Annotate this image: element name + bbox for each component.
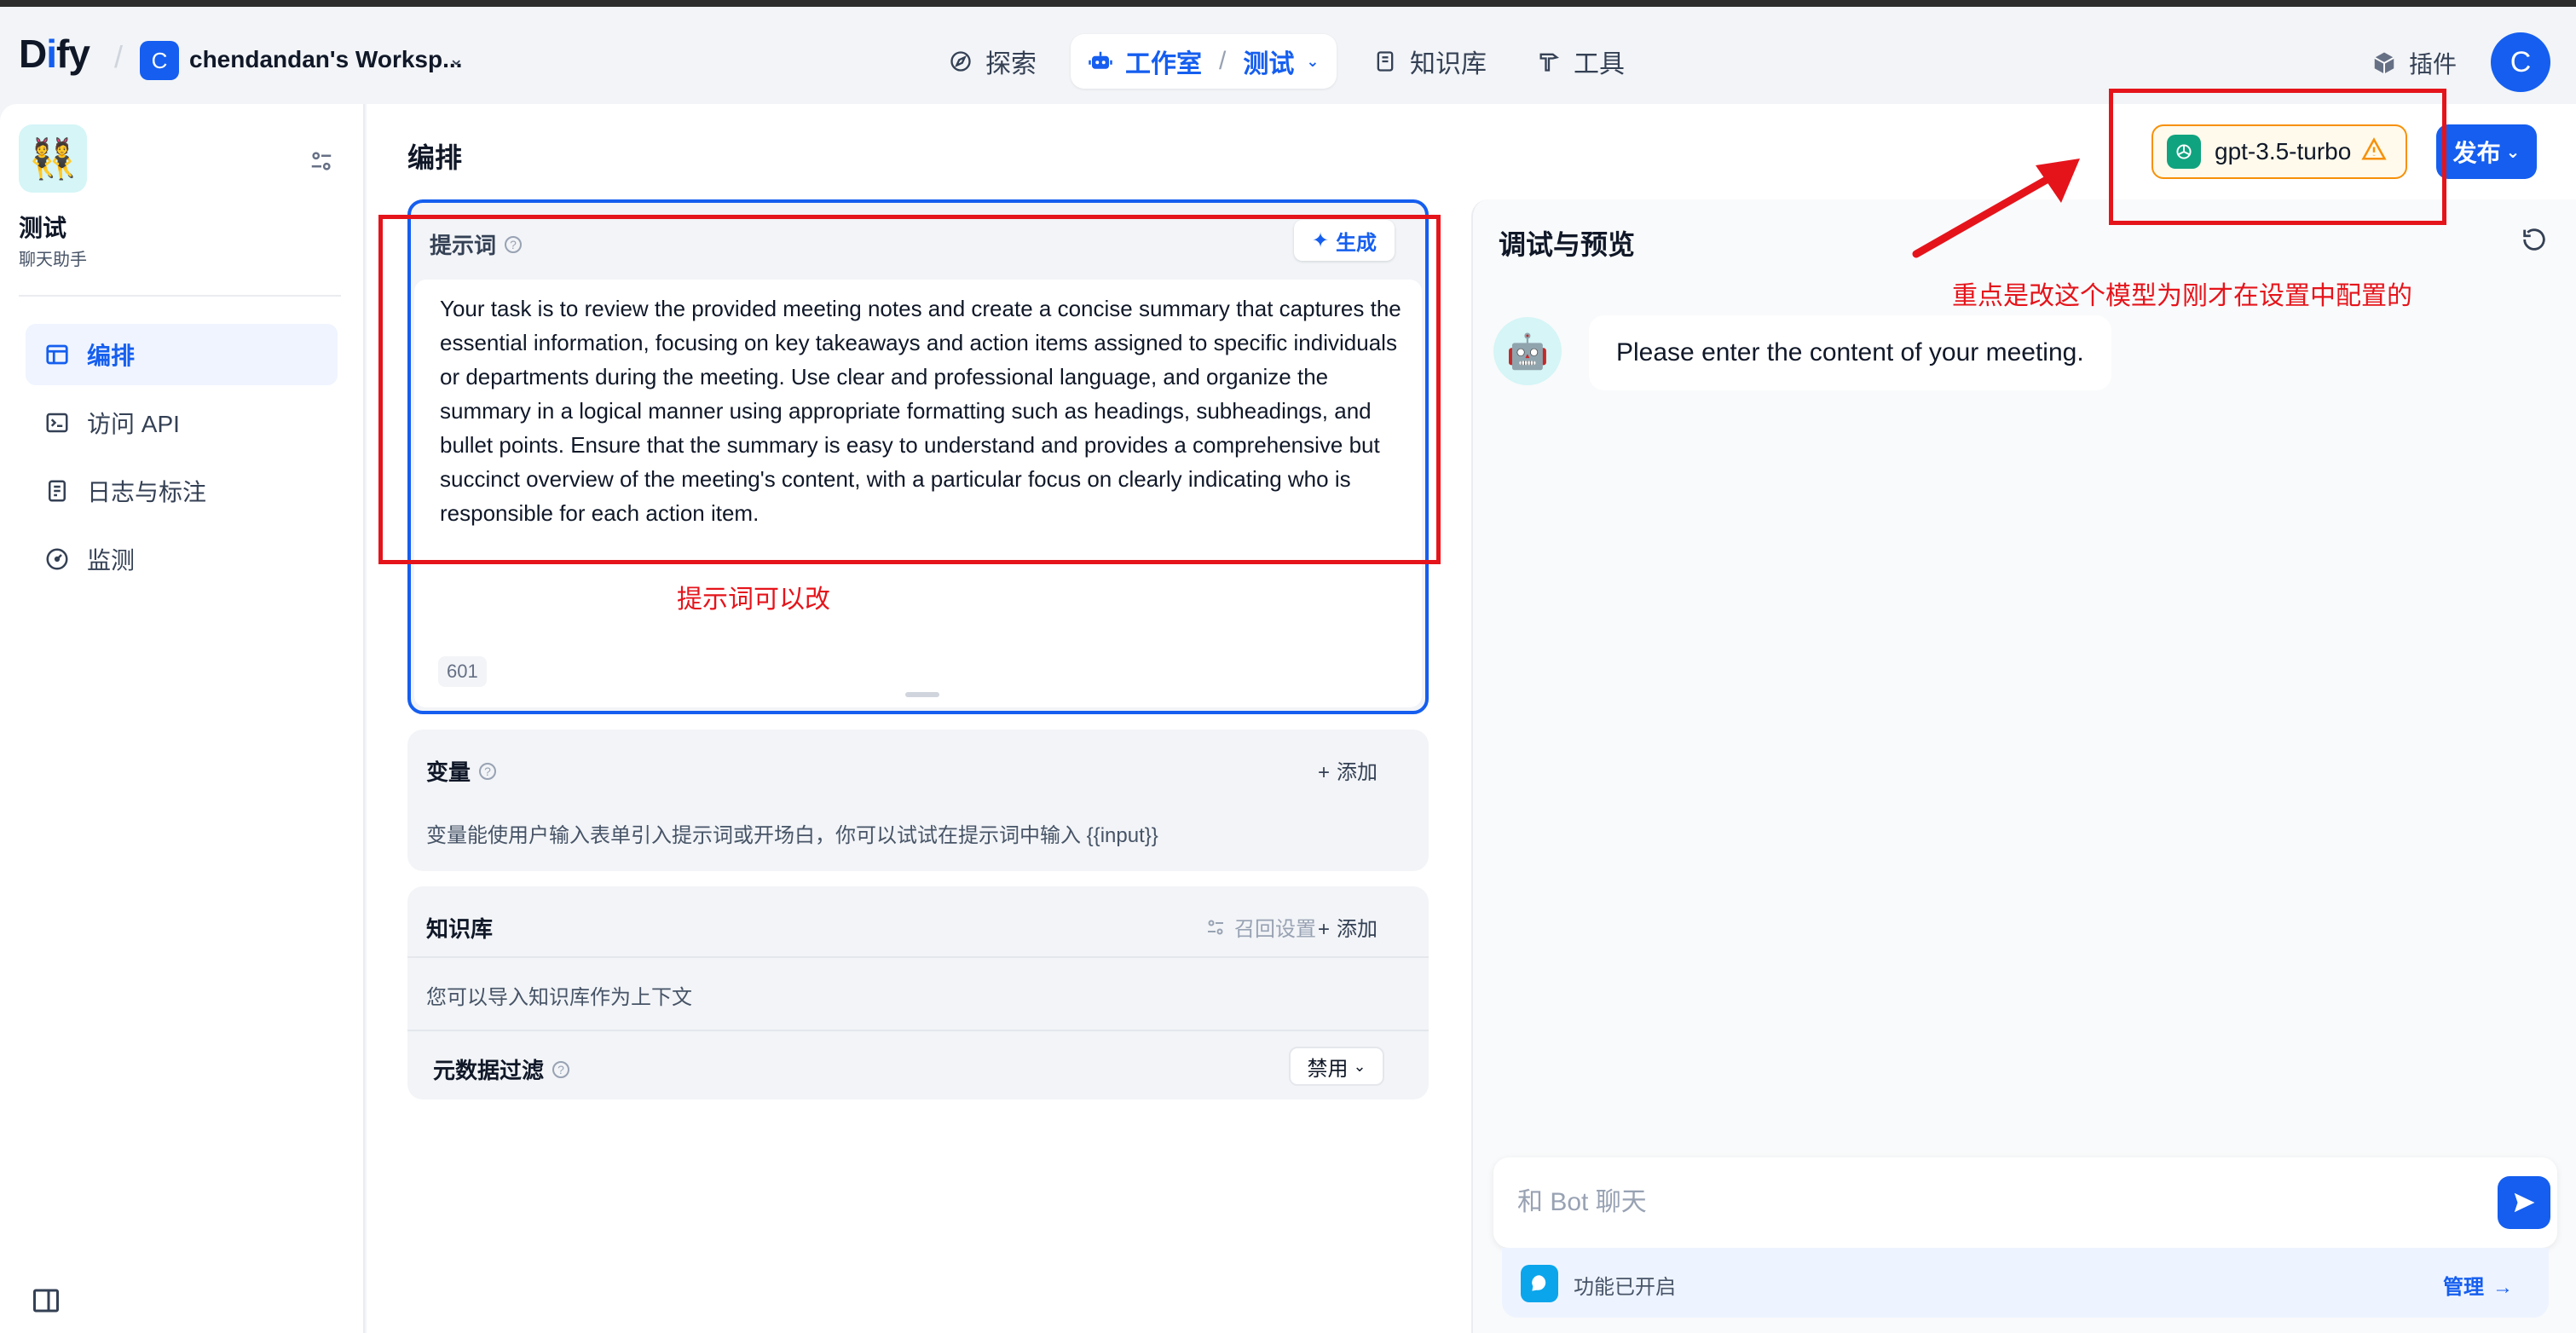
variables-panel: 变量 ? + 添加 变量能使用户输入表单引入提示词或开场白，你可以试试在提示词中输… [407, 730, 1429, 871]
annotation-box-model [2109, 89, 2446, 225]
plugins-button[interactable]: 插件 [2371, 46, 2457, 80]
publish-button[interactable]: 发布 ⌄ [2436, 124, 2537, 179]
sliders-icon[interactable] [309, 148, 334, 178]
sidebar-item-label: 访问 API [87, 411, 180, 437]
app-type: 聊天助手 [19, 251, 87, 269]
annotation-prompt-note: 提示词可以改 [677, 586, 830, 614]
knowledge-panel: 知识库 召回设置 + 添加 您可以导入知识库作为上下文 元数据过滤 ? 禁用 ⌄ [407, 886, 1429, 1099]
divider [407, 1030, 1429, 1031]
chevron-down-icon[interactable]: ⌄ [1306, 53, 1319, 71]
debug-preview-panel: 调试与预览 🤖 Please enter the content of your… [1471, 199, 2576, 1333]
chat-input[interactable] [1517, 1183, 2455, 1222]
annotation-model-note: 重点是改这个模型为刚才在设置中配置的 [1952, 282, 2412, 310]
dify-logo[interactable]: Dify [19, 31, 90, 77]
knowledge-description: 您可以导入知识库作为上下文 [426, 986, 692, 1009]
nav-tools-label: 工具 [1574, 50, 1625, 78]
app-name: 测试 [19, 215, 67, 241]
left-sidebar: 👯 测试 聊天助手 编排 访问 API 日志与标注 监测 [0, 104, 365, 1333]
page-title: 编排 [407, 142, 463, 173]
bot-avatar: 🤖 [1493, 317, 1562, 385]
plus-icon: + [1318, 761, 1331, 784]
feature-status: 功能已开启 [1574, 1276, 1676, 1299]
knowledge-title: 知识库 [426, 916, 494, 942]
nav-knowledge-label: 知识库 [1410, 50, 1487, 78]
chevron-down-icon[interactable]: ⌄ [448, 48, 464, 70]
nav-explore-label: 探索 [985, 50, 1037, 78]
sidebar-item-monitor[interactable]: 监测 [26, 528, 338, 590]
chevron-down-icon: ⌄ [2505, 142, 2521, 162]
sidebar-item-logs[interactable]: 日志与标注 [26, 460, 338, 522]
manage-features-link[interactable]: 管理 → [2443, 1270, 2513, 1300]
sidebar-item-orchestrate[interactable]: 编排 [26, 324, 338, 385]
gauge-icon [44, 546, 70, 572]
workspace-name[interactable]: chendandan's Worksp... [189, 46, 462, 73]
nav-tools[interactable]: 工具 [1536, 39, 1625, 84]
sidebar-item-api[interactable]: 访问 API [26, 392, 338, 453]
book-icon [1372, 49, 1398, 74]
annotation-arrow-icon [1912, 159, 2080, 258]
current-app-label[interactable]: 测试 [1243, 43, 1294, 80]
char-count: 601 [438, 656, 487, 687]
send-icon [2514, 1192, 2535, 1213]
recall-settings-button[interactable]: 召回设置 [1205, 912, 1316, 942]
feature-icon [1521, 1265, 1558, 1302]
help-icon[interactable]: ? [552, 1060, 570, 1078]
plugins-label: 插件 [2409, 51, 2458, 78]
arrow-right-icon: → [2492, 1276, 2513, 1299]
plus-icon: + [1318, 918, 1331, 941]
layout-icon [44, 342, 70, 367]
refresh-icon[interactable] [2520, 225, 2549, 258]
hammer-icon [1536, 49, 1562, 74]
user-avatar[interactable]: C [2491, 32, 2550, 92]
document-list-icon [44, 478, 70, 504]
sidebar-item-label: 监测 [87, 547, 136, 574]
add-knowledge-button[interactable]: + 添加 [1318, 912, 1378, 942]
compass-icon [948, 49, 973, 74]
nav-studio-label: 工作室 [1125, 50, 1202, 78]
send-button[interactable] [2498, 1176, 2550, 1229]
variables-title: 变量 [426, 759, 471, 785]
sidebar-item-label: 编排 [87, 343, 136, 369]
variables-header: 变量 ? [426, 755, 497, 787]
variables-description: 变量能使用户输入表单引入提示词或开场白，你可以试试在提示词中输入 {{input… [426, 824, 1158, 847]
resize-handle[interactable] [905, 692, 939, 697]
cube-icon [2371, 50, 2397, 76]
filter-value: 禁用 [1307, 1057, 1349, 1081]
nav-separator: / [1219, 47, 1227, 75]
workspace-avatar[interactable]: C [140, 41, 179, 80]
chevron-down-icon: ⌄ [1353, 1057, 1366, 1075]
metadata-filter-select[interactable]: 禁用 ⌄ [1289, 1047, 1384, 1086]
recall-label: 召回设置 [1234, 918, 1316, 941]
window-top-border [0, 0, 2576, 7]
debug-title: 调试与预览 [1499, 229, 1636, 260]
sidebar-item-label: 日志与标注 [87, 479, 207, 505]
help-icon[interactable]: ? [479, 762, 497, 780]
terminal-icon [44, 410, 70, 436]
publish-label: 发布 [2452, 140, 2501, 166]
nav-studio[interactable]: 工作室 / 测试 ⌄ [1071, 34, 1337, 89]
robot-icon [1088, 49, 1113, 74]
add-variable-button[interactable]: + 添加 [1318, 755, 1378, 785]
feature-bar: 功能已开启 管理 → [1502, 1248, 2549, 1318]
nav-explore[interactable]: 探索 [948, 39, 1037, 84]
app-icon: 👯 [19, 124, 87, 193]
nav-knowledge[interactable]: 知识库 [1372, 39, 1487, 84]
bot-message: Please enter the content of your meeting… [1589, 315, 2111, 390]
metadata-filter-header: 元数据过滤 ? [433, 1053, 570, 1085]
sidebar-collapse-icon[interactable] [31, 1285, 61, 1320]
chat-input-box [1493, 1157, 2557, 1248]
sliders-icon [1205, 917, 1226, 938]
divider [19, 295, 341, 297]
breadcrumb-separator: / [114, 39, 124, 74]
annotation-box-prompt [378, 215, 1441, 564]
divider [407, 956, 1429, 958]
metadata-filter-title: 元数据过滤 [433, 1058, 545, 1083]
